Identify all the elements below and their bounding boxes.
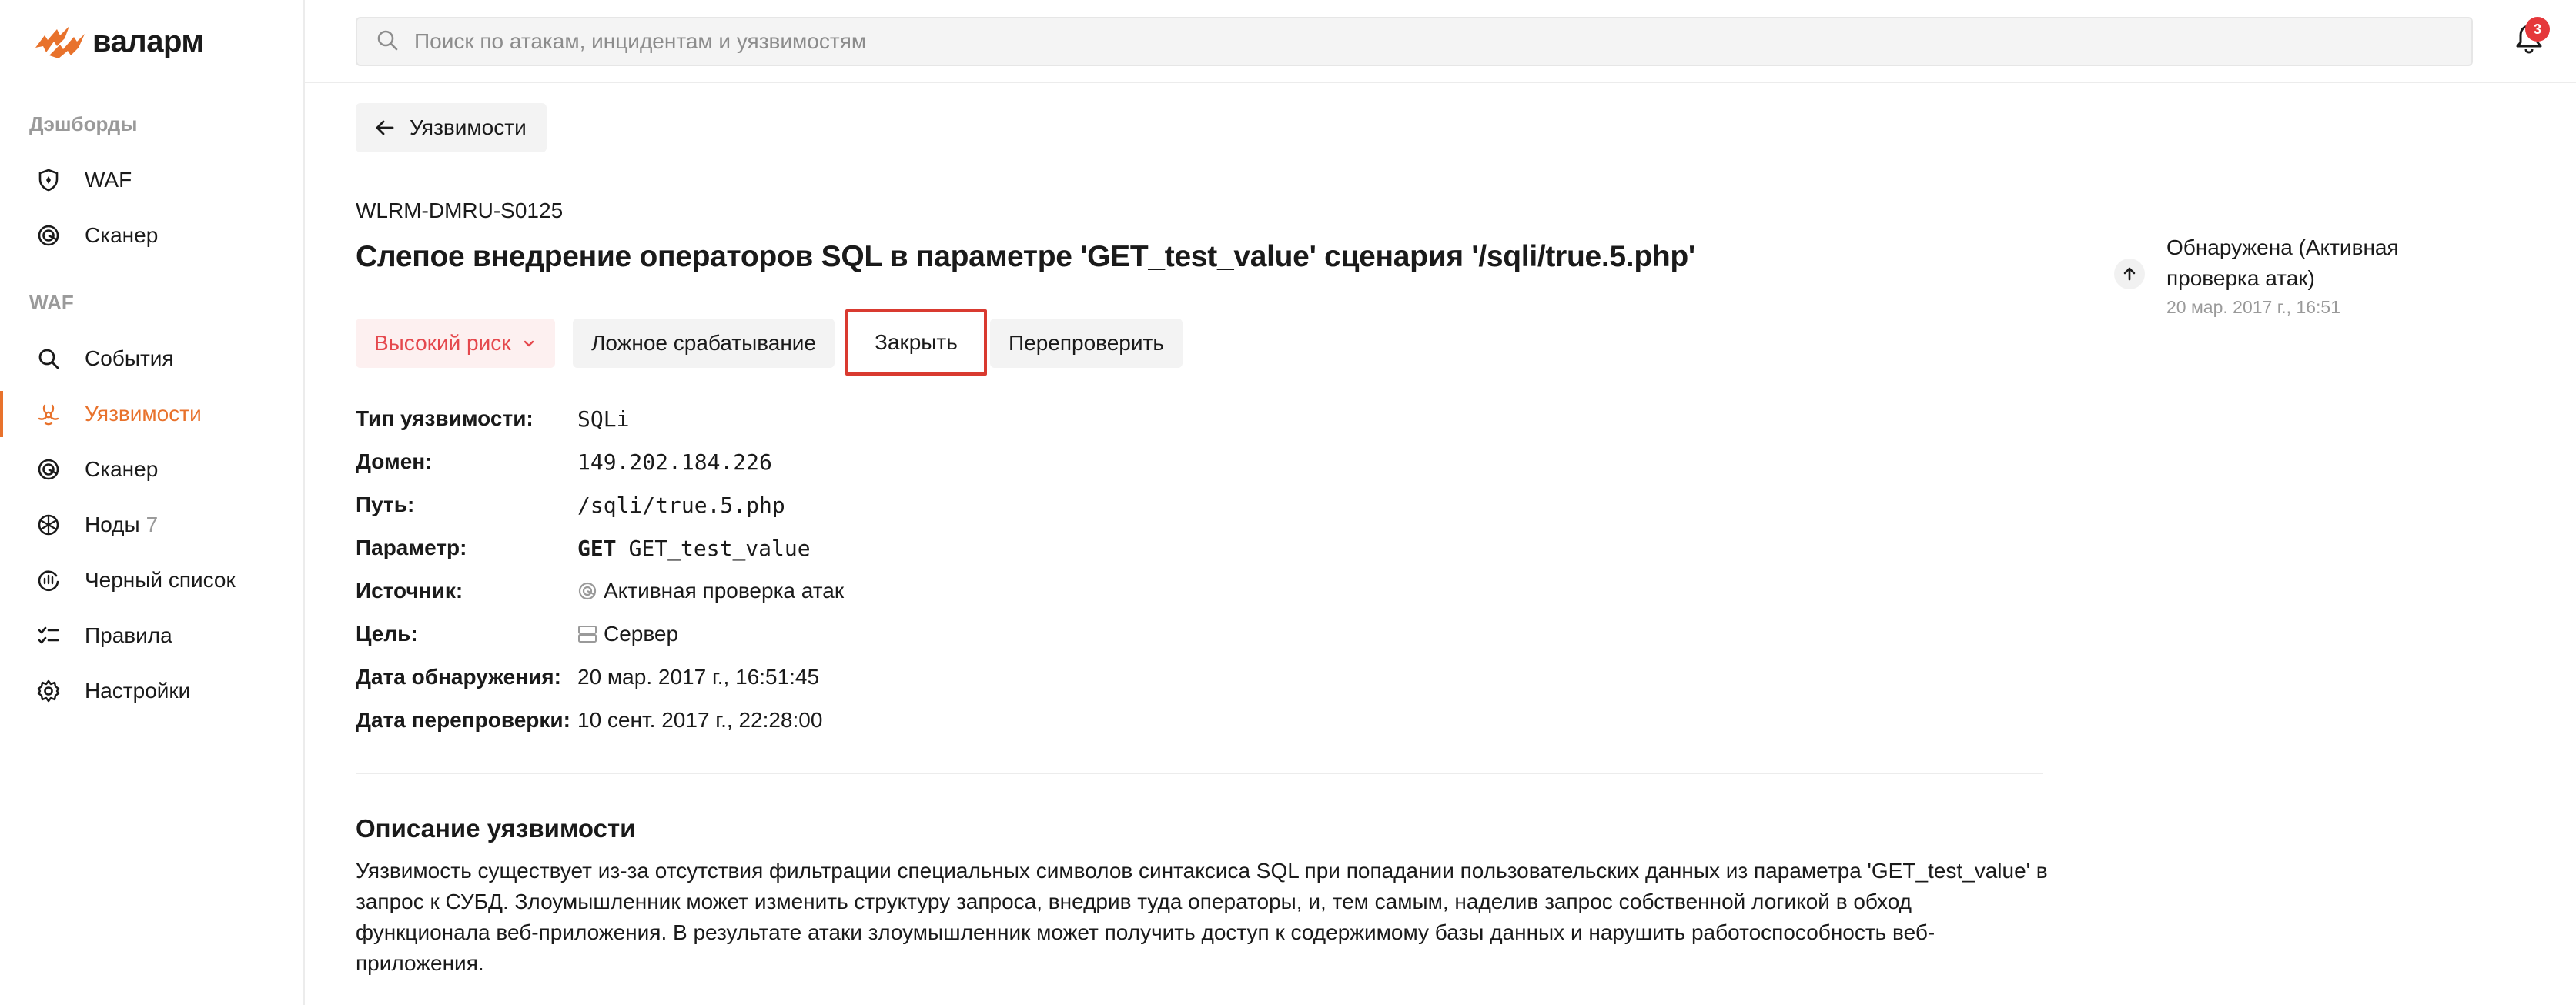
detail-label: Дата обнаружения: [356,665,561,689]
scanner-icon [578,582,597,600]
sidebar-item-label: Ноды [85,513,140,536]
rules-icon [35,623,62,649]
sidebar-item-events[interactable]: События [0,331,303,386]
top-bar: 3 [305,0,2576,83]
back-button[interactable]: Уязвимости [356,103,547,152]
sidebar-item-label: Настройки [85,679,191,703]
sidebar-item-label: Черный список [85,568,236,592]
sidebar: валарм Дэшборды WAF Сканер WAF События У… [0,0,305,1005]
detail-value-target: Сервер [577,622,678,646]
search-icon [376,28,399,55]
sidebar-item-blacklist[interactable]: Черный список [0,553,303,608]
arrow-left-icon [376,120,394,135]
recheck-button[interactable]: Перепроверить [990,319,1183,368]
parameter-name: GET_test_value [628,535,811,561]
logo[interactable]: валарм [34,23,204,60]
biohazard-icon [35,401,62,427]
server-icon [578,626,597,643]
scanner-icon [35,222,62,249]
sidebar-item-label: Сканер [85,457,159,481]
vulnerability-id: WLRM-DMRU-S0125 [356,199,564,222]
false-positive-button[interactable]: Ложное срабатывание [573,319,835,368]
detail-value-type: SQLi [577,406,630,432]
divider [356,773,2043,774]
detail-value-parameter: GET GET_test_value [577,536,811,561]
detail-label: Тип уязвимости: [356,406,534,430]
notification-badge: 3 [2525,17,2550,42]
detail-value-path: /sqli/true.5.php [577,492,785,518]
source-text: Активная проверка атак [604,579,845,603]
sidebar-item-label: События [85,346,174,370]
page-title: Слепое внедрение операторов SQL в параме… [356,240,1695,273]
logo-icon [35,26,85,58]
detail-value-domain: 149.202.184.226 [577,449,772,475]
detail-value-found-date: 20 мар. 2017 г., 16:51:45 [577,665,820,689]
blacklist-icon [35,567,62,593]
status-date: 20 мар. 2017 г., 16:51 [2166,297,2341,317]
sidebar-item-dashboard-scanner[interactable]: Сканер [0,208,303,263]
section-waf: WAF [29,291,74,314]
search-bar[interactable] [356,17,2473,66]
target-text: Сервер [604,622,679,646]
sidebar-item-nodes[interactable]: Ноды 7 [0,497,303,553]
shield-icon [35,167,62,193]
gear-icon [35,678,62,704]
detail-label: Источник: [356,579,463,603]
detail-label: Домен: [356,449,433,473]
back-button-label: Уязвимости [410,115,527,139]
section-dashboards: Дэшборды [29,112,138,135]
sidebar-item-scanner[interactable]: Сканер [0,442,303,497]
detail-label: Путь: [356,492,415,516]
description-text: Уязвимость существует из-за отсутствия ф… [356,859,2048,975]
sidebar-item-label: Сканер [85,223,159,247]
status-text: Обнаружена (Активная проверка атак) [2166,235,2399,290]
detail-label: Цель: [356,622,418,646]
risk-level-dropdown[interactable]: Высокий риск [356,319,556,368]
description-title: Описание уязвимости [356,814,636,843]
sidebar-item-label: WAF [85,168,132,192]
chevron-down-icon [524,340,534,347]
sidebar-item-vulnerabilities[interactable]: Уязвимости [0,386,303,442]
detail-label: Дата перепроверки: [356,708,570,732]
sidebar-item-label: Уязвимости [85,402,202,426]
detail-value-source: Активная проверка атак [577,579,844,603]
nodes-count: 7 [146,513,159,536]
search-input[interactable] [414,29,2416,54]
detail-label: Параметр: [356,536,467,559]
nodes-icon [35,512,62,538]
sidebar-item-dashboard-waf[interactable]: WAF [0,152,303,208]
arrow-up-icon [2114,259,2145,289]
sidebar-item-label: Правила [85,623,172,647]
search-icon [35,346,62,372]
sidebar-item-settings[interactable]: Настройки [0,663,303,719]
scanner-icon [35,456,62,482]
logo-text: валарм [92,24,204,58]
close-button[interactable]: Закрыть [845,309,987,376]
http-method: GET [577,535,617,561]
detail-value-recheck-date: 10 сент. 2017 г., 22:28:00 [577,708,823,732]
risk-level-label: Высокий риск [374,331,511,355]
sidebar-item-rules[interactable]: Правила [0,608,303,663]
